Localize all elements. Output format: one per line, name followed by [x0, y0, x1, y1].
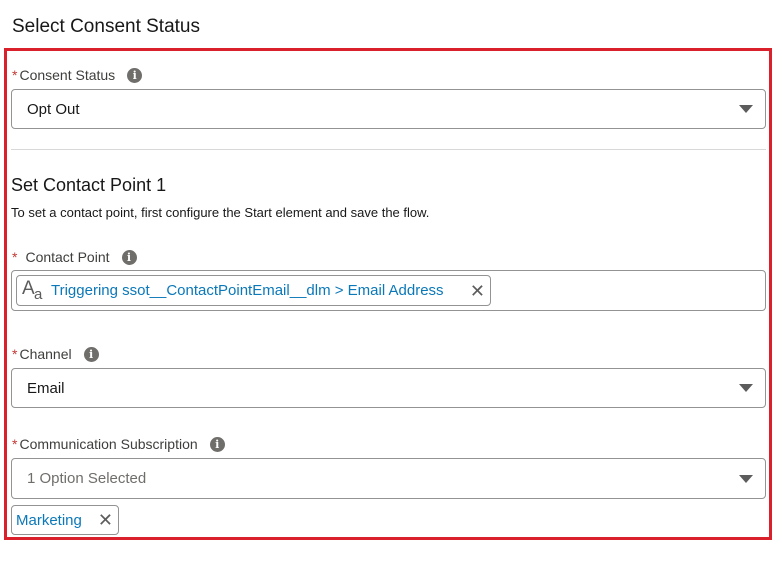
info-icon[interactable]: i [127, 67, 143, 83]
chevron-down-icon[interactable] [739, 105, 753, 113]
required-marker: * [12, 67, 18, 83]
consent-status-label: * Consent Status i [12, 67, 143, 83]
channel-select[interactable]: Email [11, 368, 766, 408]
communication-subscription-label: * Communication Subscription i [12, 436, 225, 452]
text-type-icon: Aa [22, 277, 43, 303]
channel-value: Email [27, 379, 65, 397]
section-title: Set Contact Point 1 [11, 175, 167, 195]
contact-point-field[interactable]: Aa Triggering ssot__ContactPointEmail__d… [11, 270, 766, 311]
chevron-down-icon[interactable] [739, 474, 753, 483]
consent-status-label-text: Consent Status [19, 67, 116, 83]
communication-subscription-placeholder: 1 Option Selected [27, 470, 147, 487]
channel-label-text: Channel [19, 346, 72, 362]
info-icon[interactable]: i [209, 436, 225, 452]
help-text: To set a contact point, first configure … [11, 205, 430, 220]
communication-subscription-select[interactable]: 1 Option Selected [11, 458, 766, 499]
selected-option-pill[interactable]: Marketing ✕ [11, 505, 119, 535]
communication-subscription-label-text: Communication Subscription [19, 436, 198, 452]
divider [11, 149, 766, 150]
channel-label: * Channel i [12, 346, 99, 362]
selected-option-text: Marketing [16, 511, 82, 529]
info-icon[interactable]: i [121, 249, 137, 265]
contact-point-label: * Contact Point i [12, 249, 137, 265]
close-icon[interactable]: ✕ [470, 282, 485, 300]
required-marker: * [12, 436, 18, 452]
close-icon[interactable]: ✕ [98, 511, 113, 529]
contact-point-pill[interactable]: Aa Triggering ssot__ContactPointEmail__d… [16, 275, 491, 306]
required-marker: * [12, 249, 18, 265]
info-icon[interactable]: i [83, 346, 99, 362]
required-marker: * [12, 346, 18, 362]
consent-status-value: Opt Out [27, 100, 80, 118]
page-title: Select Consent Status [12, 16, 200, 37]
chevron-down-icon[interactable] [739, 384, 753, 392]
contact-point-pill-text: Triggering ssot__ContactPointEmail__dlm … [51, 282, 444, 299]
consent-status-select[interactable]: Opt Out [11, 89, 766, 129]
contact-point-label-text: Contact Point [25, 249, 110, 265]
